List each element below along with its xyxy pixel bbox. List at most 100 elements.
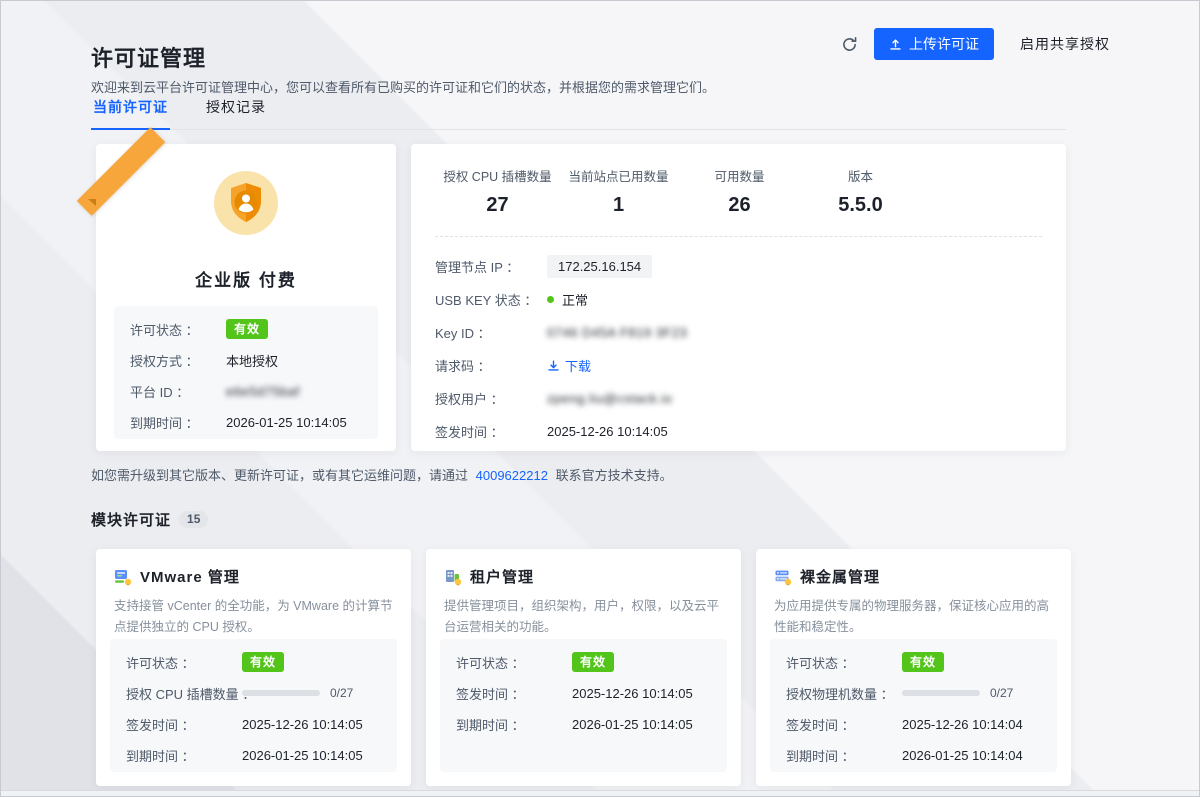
page-title: 许可证管理 [91, 41, 206, 73]
stat-value: 26 [679, 194, 800, 217]
download-request-code-link[interactable]: 下载 [547, 356, 591, 375]
stat-value: 5.5.0 [800, 194, 921, 217]
module-card-details: 许可状态 ： 有效 授权 CPU 插槽数量 ： 0/27 签发时间 ： 2025… [110, 639, 397, 772]
license-summary-details: 许可状态 ： 有效 授权方式 ： 本地授权 平台 ID ： e6e5d75baf… [114, 306, 378, 439]
usb-key-status-value: 正常 [562, 290, 588, 309]
module-card-title: 租户管理 [470, 566, 534, 587]
module-card-title: VMware 管理 [140, 566, 240, 587]
tab-auth-records[interactable]: 授权记录 [204, 91, 268, 129]
auth-mode-row: 授权方式 ： 本地授权 [130, 351, 362, 370]
license-status-row: 许可状态 ： 有效 [130, 319, 362, 339]
module-expire-time-row: 到期时间 ： 2026-01-25 10:14:05 [126, 745, 381, 765]
license-detail-card: 授权 CPU 插槽数量 27 当前站点已用数量 1 可用数量 26 版本 5.5… [411, 144, 1066, 451]
module-card-description: 为应用提供专属的物理服务器，保证核心应用的高性能和稳定性。 [756, 587, 1071, 637]
auth-mode-value: 本地授权 [226, 351, 278, 370]
platform-id-row: 平台 ID ： e6e5d75baf [130, 382, 362, 401]
tenant-module-icon [444, 568, 462, 586]
stat-label: 可用数量 [679, 166, 800, 185]
module-count-badge: 15 [179, 511, 208, 528]
module-card-details: 许可状态 ： 有效 授权物理机数量 ： 0/27 签发时间 ： 2025-12-… [770, 639, 1057, 772]
progress-bar [242, 690, 320, 696]
module-card-baremetal: 裸金属管理 为应用提供专属的物理服务器，保证核心应用的高性能和稳定性。 许可状态… [756, 549, 1071, 786]
upload-icon [889, 38, 902, 51]
module-expire-time-value: 2026-01-25 10:14:04 [902, 748, 1023, 763]
tab-current-license[interactable]: 当前许可证 [91, 91, 170, 130]
license-summary-card: 企业版 付费 许可状态 ： 有效 授权方式 ： 本地授权 平台 ID ： e6e… [96, 144, 396, 451]
module-status-label: 许可状态 ： [126, 653, 242, 672]
module-issue-time-label: 签发时间 ： [126, 715, 242, 734]
module-card-description: 支持接管 vCenter 的全功能，为 VMware 的计算节点提供独立的 CP… [96, 587, 411, 637]
license-edition: 企业版 付费 [96, 266, 396, 291]
corner-ribbon-fold [88, 199, 96, 206]
license-status-label: 许可状态 ： [130, 320, 226, 339]
module-issue-time-label: 签发时间 ： [786, 715, 902, 734]
expire-time-row: 到期时间 ： 2026-01-25 10:14:05 [130, 413, 362, 432]
tab-bar: 当前许可证 授权记录 [91, 91, 1066, 130]
status-dot-icon [547, 296, 554, 303]
refresh-button[interactable] [837, 32, 862, 57]
module-card-tenant: 租户管理 提供管理项目，组织架构，用户，权限，以及云平台运营相关的功能。 许可状… [426, 549, 741, 786]
stat-value: 1 [558, 194, 679, 217]
module-card-header: 裸金属管理 [756, 549, 1071, 587]
usage-progress: 0/27 [902, 686, 1013, 700]
status-badge: 有效 [902, 652, 944, 672]
upload-license-button[interactable]: 上传许可证 [874, 28, 994, 60]
module-usage-row: 授权物理机数量 ： 0/27 [786, 683, 1041, 703]
download-icon [547, 359, 560, 372]
module-usage-label: 授权 CPU 插槽数量 ： [126, 684, 242, 703]
expire-time-value: 2026-01-25 10:14:05 [226, 415, 347, 430]
usb-key-status-row: USB KEY 状态 ： 正常 [435, 283, 1042, 316]
module-issue-time-value: 2025-12-26 10:14:04 [902, 717, 1023, 732]
bottom-edge [1, 790, 1199, 796]
refresh-icon [841, 36, 858, 53]
module-issue-time-value: 2025-12-26 10:14:05 [572, 686, 693, 701]
module-card-header: 租户管理 [426, 549, 741, 587]
usage-progress: 0/27 [242, 686, 353, 700]
header-actions: 上传许可证 启用共享授权 [837, 28, 1116, 60]
status-badge: 有效 [572, 652, 614, 672]
status-badge: 有效 [226, 319, 268, 339]
stat-label: 授权 CPU 插槽数量 [437, 166, 558, 185]
status-badge: 有效 [242, 652, 284, 672]
stat-used-count: 当前站点已用数量 1 [558, 166, 679, 217]
auth-user-value-masked: zpeng.liu@cstack.io [547, 391, 672, 406]
module-card-details: 许可状态 ： 有效 签发时间 ： 2025-12-26 10:14:05 到期时… [440, 639, 727, 772]
auth-user-row: 授权用户 ： zpeng.liu@cstack.io [435, 382, 1042, 415]
module-expire-time-label: 到期时间 ： [786, 746, 902, 765]
usage-ratio: 0/27 [990, 686, 1013, 700]
notice-text-after: 联系官方技术支持。 [556, 468, 673, 483]
module-status-row: 许可状态 ： 有效 [126, 652, 381, 672]
module-expire-time-label: 到期时间 ： [456, 715, 572, 734]
module-expire-time-label: 到期时间 ： [126, 746, 242, 765]
enable-shared-auth-button[interactable]: 启用共享授权 [1014, 33, 1116, 55]
module-card-title: 裸金属管理 [800, 566, 880, 587]
stat-label: 当前站点已用数量 [558, 166, 679, 185]
module-status-label: 许可状态 ： [786, 653, 902, 672]
module-usage-row: 授权 CPU 插槽数量 ： 0/27 [126, 683, 381, 703]
platform-id-value-masked: e6e5d75baf [226, 384, 300, 399]
shield-user-icon [214, 171, 278, 240]
module-issue-time-label: 签发时间 ： [456, 684, 572, 703]
issue-time-value: 2025-12-26 10:14:05 [547, 424, 668, 439]
module-issue-time-row: 签发时间 ： 2025-12-26 10:14:05 [456, 683, 711, 703]
baremetal-module-icon [774, 568, 792, 586]
usage-ratio: 0/27 [330, 686, 353, 700]
license-detail-rows: 管理节点 IP ： 172.25.16.154 USB KEY 状态 ： 正常 … [435, 250, 1042, 448]
module-status-row: 许可状态 ： 有效 [786, 652, 1041, 672]
module-issue-time-row: 签发时间 ： 2025-12-26 10:14:05 [126, 714, 381, 734]
auth-user-label: 授权用户 ： [435, 389, 547, 408]
module-expire-time-row: 到期时间 ： 2026-01-25 10:14:05 [456, 714, 711, 734]
support-phone-link[interactable]: 4009622212 [476, 468, 548, 483]
module-usage-label: 授权物理机数量 ： [786, 684, 902, 703]
upload-license-label: 上传许可证 [909, 34, 979, 54]
module-card-vmware: VMware 管理 支持接管 vCenter 的全功能，为 VMware 的计算… [96, 549, 411, 786]
module-card-description: 提供管理项目，组织架构，用户，权限，以及云平台运营相关的功能。 [426, 587, 741, 637]
stat-value: 27 [437, 194, 558, 217]
key-id-value-masked: 0746 D45A F819 3F23 [547, 325, 687, 340]
request-code-row: 请求码 ： 下载 [435, 349, 1042, 382]
license-stats: 授权 CPU 插槽数量 27 当前站点已用数量 1 可用数量 26 版本 5.5… [411, 144, 1066, 217]
download-label: 下载 [565, 356, 591, 375]
auth-mode-label: 授权方式 ： [130, 351, 226, 370]
module-expire-time-row: 到期时间 ： 2026-01-25 10:14:04 [786, 745, 1041, 765]
module-issue-time-value: 2025-12-26 10:14:05 [242, 717, 363, 732]
